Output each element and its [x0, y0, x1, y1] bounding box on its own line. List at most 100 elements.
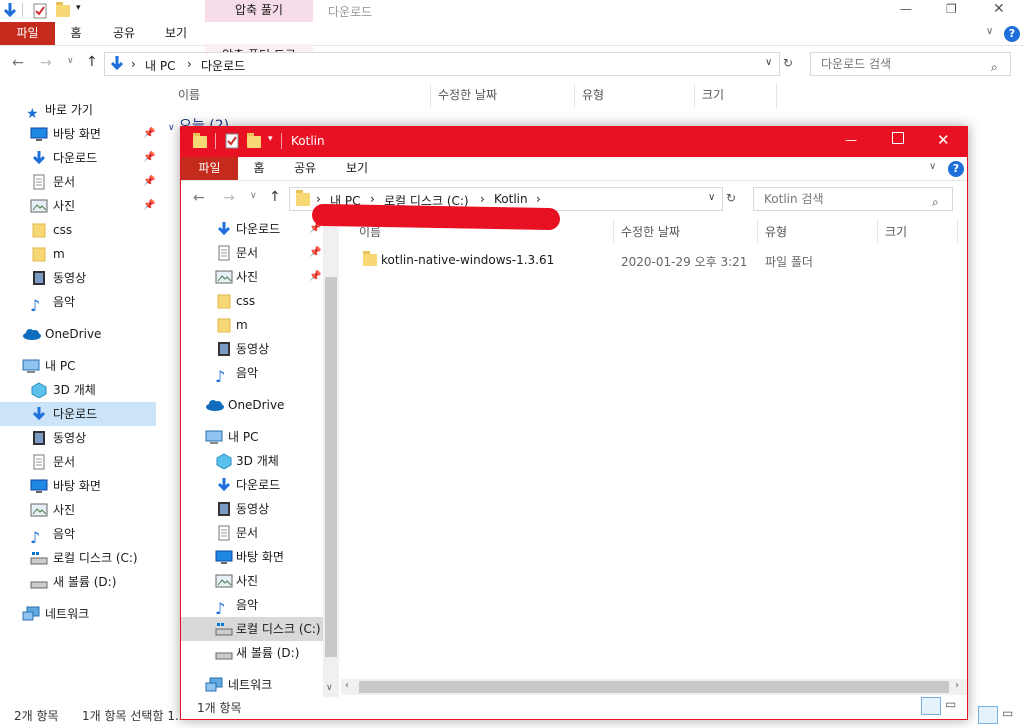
back-button[interactable]: ← [12, 55, 24, 71]
column-separator[interactable] [430, 84, 431, 108]
refresh-icon[interactable]: ↻ [726, 191, 736, 205]
nav-videos[interactable]: 동영상 [0, 266, 158, 290]
nav-this-pc[interactable]: 내 PC [0, 354, 158, 378]
pin-icon[interactable]: 📌 [143, 146, 155, 170]
nav-local-disk-c[interactable]: 로컬 디스크 (C:) [181, 617, 323, 641]
nav-videos[interactable]: 동영상 [181, 337, 323, 361]
maximize-button[interactable] [892, 132, 904, 144]
nav-onedrive[interactable]: OneDrive [181, 393, 323, 417]
address-dropdown-icon[interactable]: ∨ [765, 57, 772, 68]
nav-documents-pinned[interactable]: 문서 📌 [181, 241, 323, 265]
details-view-icon[interactable] [978, 706, 998, 724]
scroll-down-icon[interactable]: ∨ [326, 683, 333, 693]
nav-pictures-pinned[interactable]: 사진 📌 [181, 265, 323, 289]
column-date[interactable]: 수정한 날짜 [621, 223, 680, 240]
crumb-downloads[interactable]: 다운로드 [201, 57, 245, 74]
nav-m[interactable]: m [181, 313, 323, 337]
tab-file[interactable]: 파일 [181, 157, 238, 180]
crumb-this-pc[interactable]: 내 PC [145, 57, 175, 74]
pin-icon[interactable]: 📌 [143, 170, 155, 194]
nav-desktop-pinned[interactable]: 바탕 화면 📌 [0, 122, 158, 146]
search-input[interactable]: Kotlin 검색 ⌕ [753, 187, 953, 211]
customize-qat-icon[interactable]: ▾ [268, 134, 273, 144]
nav-vertical-scrollbar[interactable]: ∧ ∨ [323, 217, 339, 697]
help-icon[interactable]: ? [948, 161, 964, 177]
nav-downloads[interactable]: 다운로드 [0, 402, 156, 426]
ribbon-expand-icon[interactable]: ∨ [929, 161, 936, 172]
quick-access-download-icon[interactable] [2, 2, 18, 20]
minimize-button[interactable]: — [845, 133, 857, 147]
nav-videos-pc[interactable]: 동영상 [0, 426, 158, 450]
column-size[interactable]: 크기 [702, 86, 724, 108]
properties-icon[interactable] [225, 133, 239, 149]
column-separator[interactable] [613, 219, 614, 243]
column-name[interactable]: 이름 [178, 86, 200, 108]
pin-icon[interactable]: 📌 [309, 265, 321, 289]
nav-music-pc[interactable]: ♪ 음악 [0, 522, 158, 547]
new-folder-icon[interactable] [56, 2, 70, 17]
scroll-thumb[interactable] [359, 681, 949, 693]
nav-pictures-pc[interactable]: 사진 [0, 498, 158, 522]
nav-volume-d[interactable]: 새 볼륨 (D:) [0, 570, 158, 594]
column-separator[interactable] [877, 219, 878, 243]
nav-pictures-pc[interactable]: 사진 [181, 569, 323, 593]
nav-quick-access[interactable]: ★ 바로 가기 [0, 98, 158, 122]
minimize-button[interactable]: — [900, 2, 912, 16]
content-horizontal-scrollbar[interactable]: ‹ › [341, 679, 967, 695]
nav-videos-pc[interactable]: 동영상 [181, 497, 323, 521]
nav-documents-pinned[interactable]: 문서 📌 [0, 170, 158, 194]
nav-volume-d[interactable]: 새 볼륨 (D:) [181, 641, 323, 665]
address-bar[interactable]: › 내 PC › 다운로드 ∨ [104, 52, 780, 76]
column-separator[interactable] [694, 84, 695, 108]
column-type[interactable]: 유형 [765, 223, 787, 240]
scroll-thumb[interactable] [325, 277, 337, 657]
scroll-left-icon[interactable]: ‹ [345, 680, 349, 691]
close-button[interactable]: ✕ [993, 1, 1005, 17]
table-row[interactable]: kotlin-native-windows-1.3.61 2020-01-29 … [355, 249, 955, 271]
nav-music[interactable]: ♪ 음악 [181, 361, 323, 386]
column-separator[interactable] [957, 219, 958, 243]
up-button[interactable]: ↑ [86, 54, 98, 70]
nav-desktop-pc[interactable]: 바탕 화면 [181, 545, 323, 569]
address-dropdown-icon[interactable]: ∨ [708, 192, 715, 203]
pin-icon[interactable]: 📌 [309, 241, 321, 265]
details-view-icon[interactable] [921, 697, 941, 715]
restore-button[interactable]: ❐ [946, 2, 957, 16]
close-button[interactable]: ✕ [937, 131, 950, 149]
search-input[interactable]: 다운로드 검색 ⌕ [810, 52, 1011, 76]
nav-documents-pc[interactable]: 문서 [181, 521, 323, 545]
nav-this-pc[interactable]: 내 PC [181, 425, 323, 449]
crumb-kotlin[interactable]: Kotlin [494, 192, 528, 206]
nav-documents-pc[interactable]: 문서 [0, 450, 158, 474]
nav-css[interactable]: css [0, 218, 158, 242]
forward-button[interactable]: → [223, 190, 235, 206]
column-date[interactable]: 수정한 날짜 [438, 86, 497, 108]
large-icons-view-icon[interactable]: ▭ [1002, 706, 1020, 724]
ribbon-expand-icon[interactable]: ∨ [986, 26, 993, 37]
nav-3d-objects[interactable]: 3D 개체 [0, 378, 158, 402]
nav-network[interactable]: 네트워크 [181, 673, 323, 697]
nav-music[interactable]: ♪ 음악 [0, 290, 158, 315]
tab-home[interactable]: 홈 [241, 157, 277, 180]
column-separator[interactable] [776, 84, 777, 108]
pin-icon[interactable]: 📌 [143, 122, 155, 146]
refresh-icon[interactable]: ↻ [783, 56, 793, 70]
recent-locations-button[interactable]: ∨ [250, 191, 257, 201]
nav-onedrive[interactable]: OneDrive [0, 322, 158, 346]
properties-icon[interactable] [33, 3, 47, 19]
tab-share[interactable]: 공유 [285, 157, 325, 180]
column-size[interactable]: 크기 [885, 223, 907, 240]
large-icons-view-icon[interactable]: ▭ [945, 697, 956, 711]
pin-icon[interactable]: 📌 [143, 194, 155, 218]
column-type[interactable]: 유형 [582, 86, 604, 108]
nav-downloads-pinned[interactable]: 다운로드 📌 [181, 217, 323, 241]
back-button[interactable]: ← [193, 190, 205, 206]
nav-music-pc[interactable]: ♪ 음악 [181, 593, 323, 618]
context-tab-extract[interactable]: 압축 풀기 [205, 0, 313, 22]
nav-css[interactable]: css [181, 289, 323, 313]
forward-button[interactable]: → [40, 55, 52, 71]
help-icon[interactable]: ? [1004, 26, 1020, 42]
tab-view[interactable]: 보기 [337, 157, 377, 180]
column-separator[interactable] [757, 219, 758, 243]
fg-title-bar[interactable]: ▾ Kotlin — ✕ [181, 127, 967, 157]
